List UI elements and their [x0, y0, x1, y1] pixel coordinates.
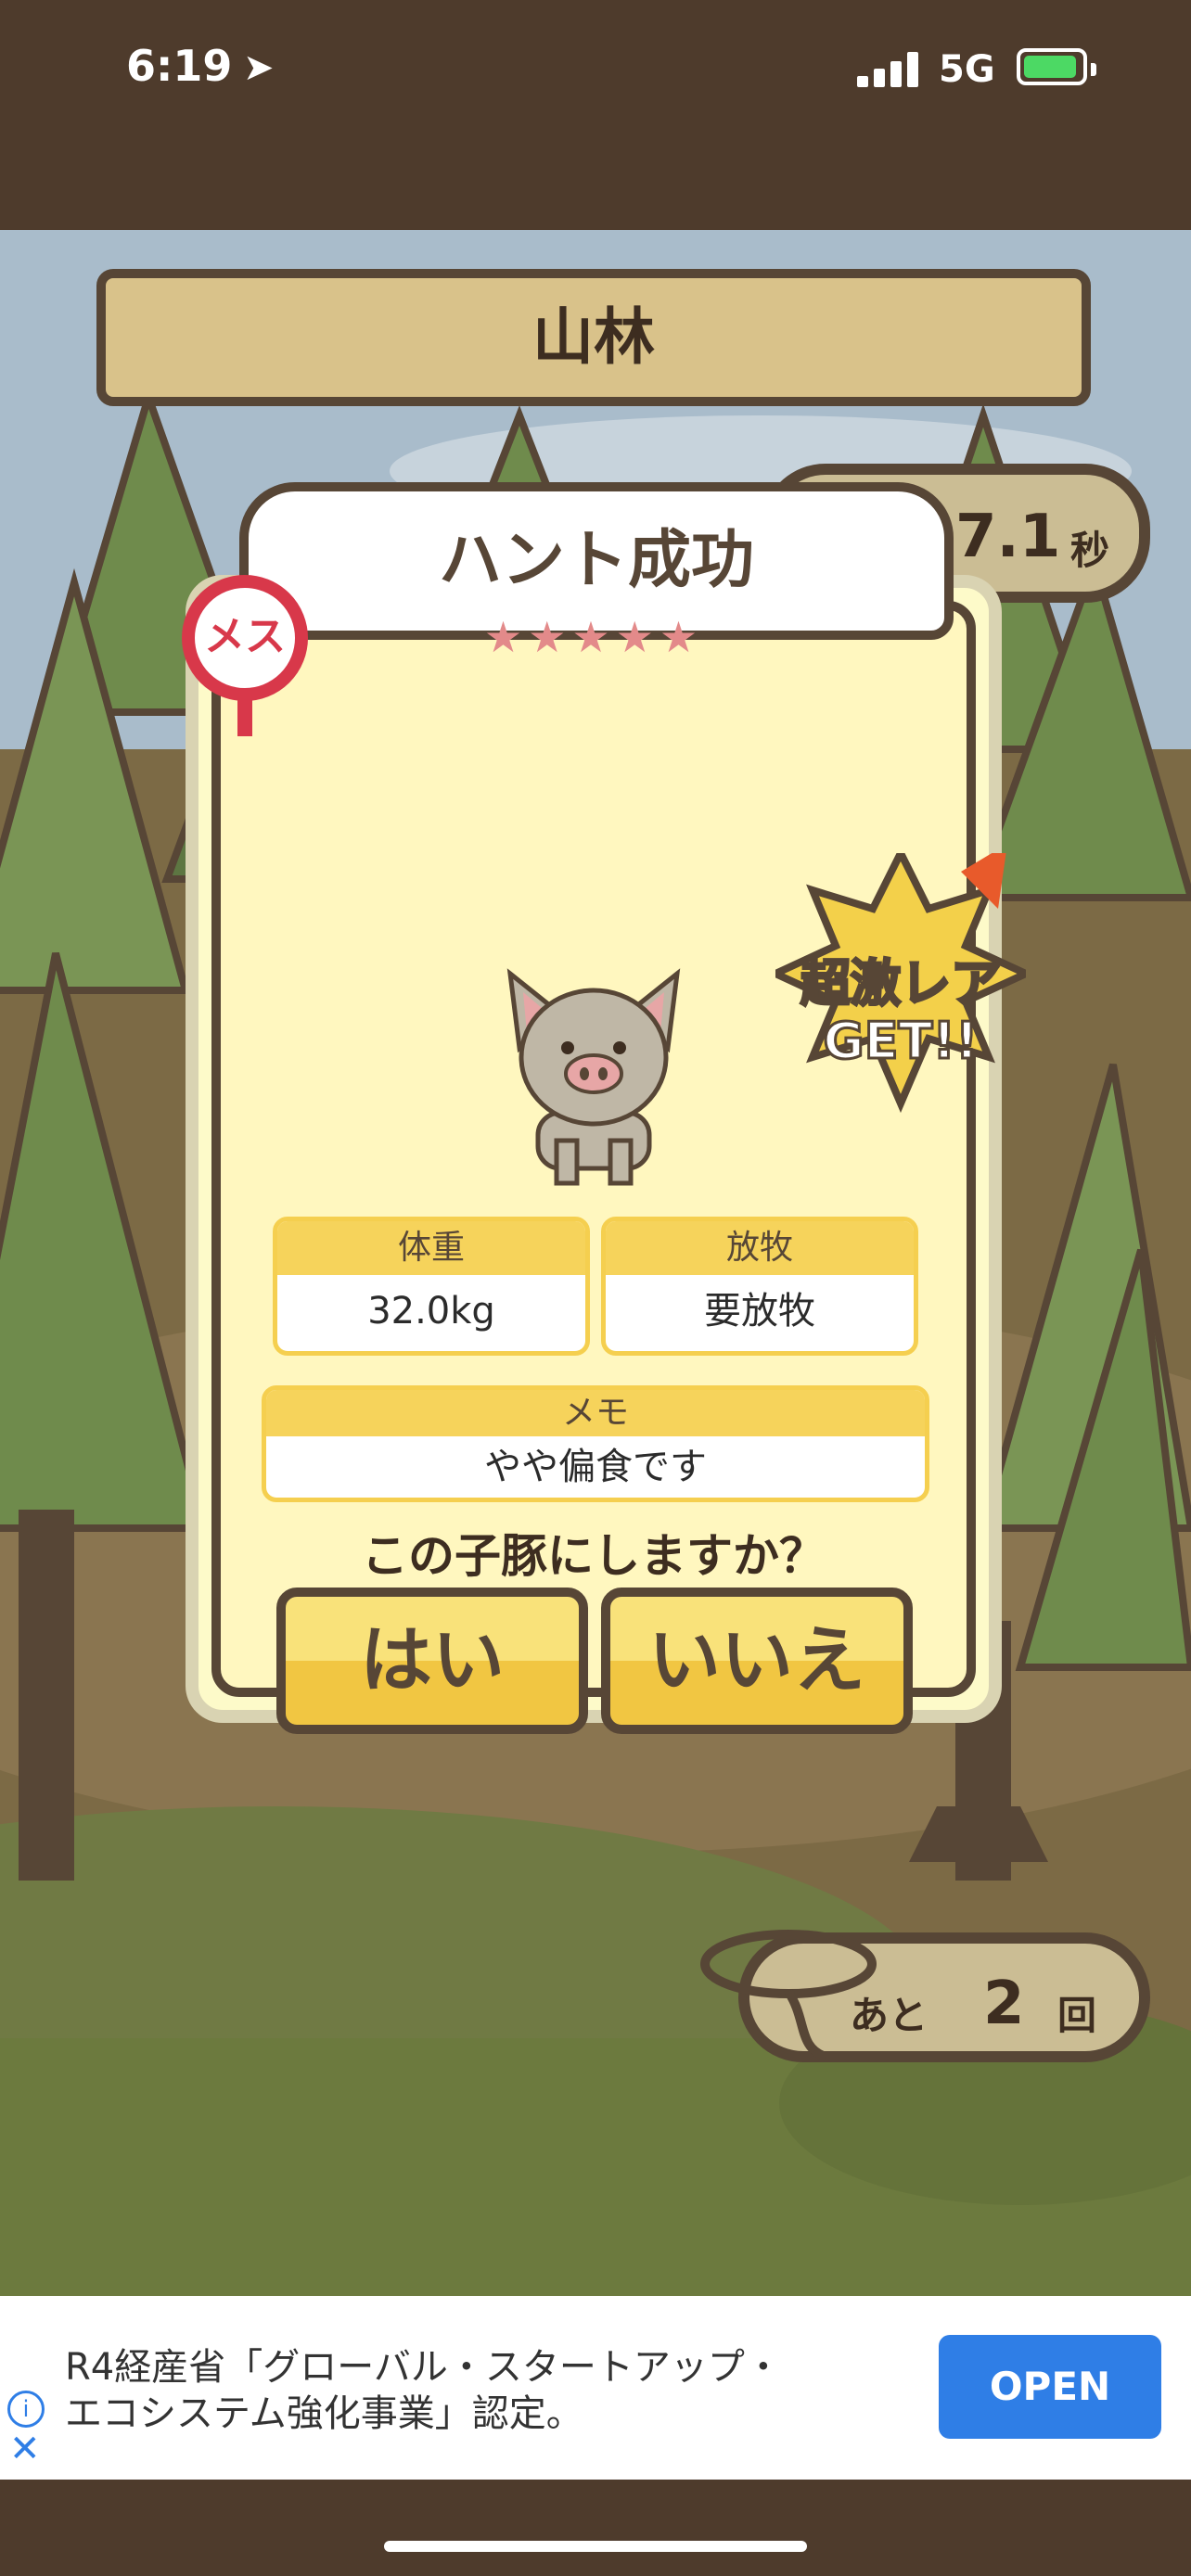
female-badge: メス	[182, 575, 308, 701]
network-label: 5G	[939, 48, 995, 91]
status-bar: 6:19 ➤ 5G	[0, 0, 1191, 230]
ad-text: R4経産省「グローバル・スタートアップ・ エコシステム強化事業」認定。	[65, 2344, 782, 2437]
weight-field: 体重 32.0kg	[273, 1217, 590, 1356]
memo-label: メモ	[266, 1390, 925, 1436]
memo-field: メモ やや偏食です	[262, 1385, 929, 1502]
attempts-value: 2	[983, 1970, 1025, 2038]
status-time: 6:19	[126, 41, 233, 91]
ad-text-line2: エコシステム強化事業」認定。	[65, 2392, 583, 2435]
ad-close-icon[interactable]: ✕	[9, 2428, 41, 2470]
weight-label: 体重	[277, 1221, 585, 1275]
ad-text-line1: R4経産省「グローバル・スタートアップ・	[65, 2346, 782, 2389]
super-rare-badge: 超激レア GET!!	[785, 953, 1017, 1150]
signal-icon	[857, 52, 922, 87]
grazing-value: 要放牧	[704, 1290, 815, 1333]
super-rare-line2: GET!!	[822, 1011, 980, 1071]
home-indicator[interactable]	[384, 2541, 807, 2552]
grazing-field: 放牧 要放牧	[601, 1217, 918, 1356]
attempts-unit: 回	[1057, 1993, 1097, 2038]
ad-open-button[interactable]: OPEN	[939, 2335, 1161, 2439]
confirm-question: この子豚にしますか？	[362, 1529, 826, 1583]
timer-value: 7.1	[955, 503, 1061, 571]
timer-unit: 秒	[1070, 528, 1110, 573]
battery-icon	[1017, 48, 1096, 85]
rarity-stars: ★★★★★	[483, 612, 704, 662]
bottom-bar	[0, 2480, 1191, 2576]
memo-value: やや偏食です	[484, 1446, 707, 1488]
yes-button[interactable]: はい	[276, 1588, 588, 1734]
ad-banner[interactable]: i ✕ R4経産省「グローバル・スタートアップ・ エコシステム強化事業」認定。 …	[0, 2296, 1191, 2480]
location-arrow-icon: ➤	[243, 46, 275, 89]
grazing-label: 放牧	[606, 1221, 914, 1275]
location-title: 山林	[96, 269, 1091, 406]
female-symbol-icon	[237, 699, 252, 736]
piglet-image	[506, 968, 681, 1186]
super-rare-line1: 超激レア	[800, 953, 1003, 1014]
weight-value: 32.0kg	[367, 1290, 495, 1333]
lasso-icon	[700, 1930, 877, 2061]
ad-info-icon[interactable]: i	[7, 2391, 45, 2428]
no-button[interactable]: いいえ	[601, 1588, 913, 1734]
